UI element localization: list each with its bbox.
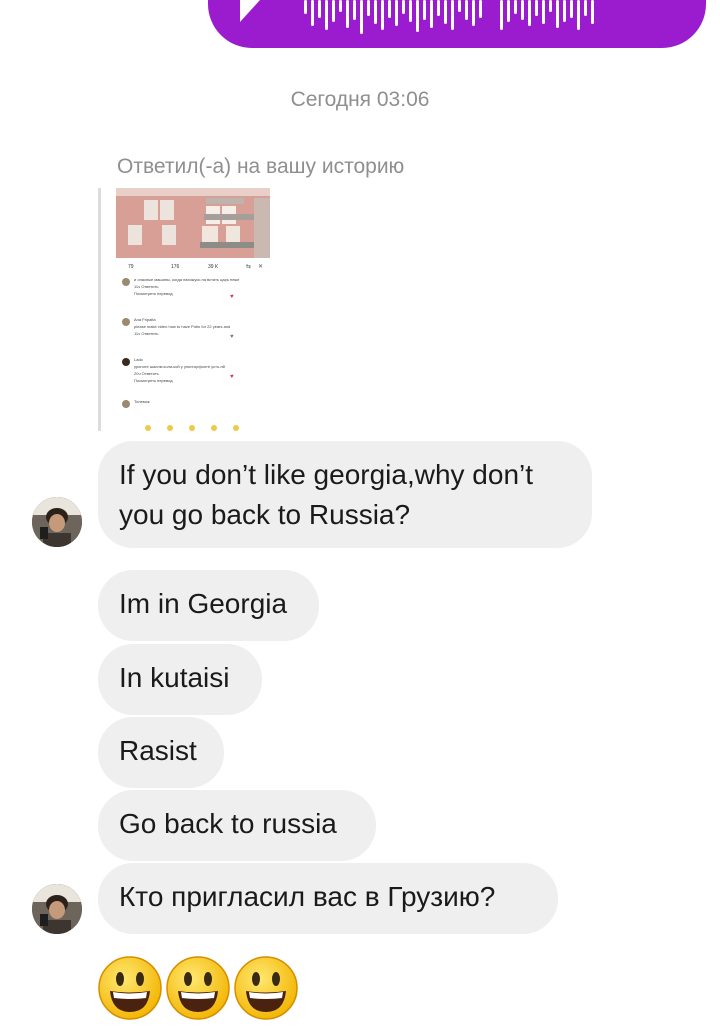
waveform-bar <box>444 0 447 24</box>
user-photo <box>32 497 82 547</box>
waveform-bar <box>514 0 517 14</box>
story-preview[interactable]: 79 176 39 К ⇆ ✕ и опасные машины, когда … <box>116 188 270 434</box>
story-stat-comments: 79 <box>128 264 134 270</box>
waveform-bar <box>465 0 468 20</box>
waveform-bar <box>528 0 531 26</box>
waveform-bar <box>458 0 461 12</box>
waveform-bar <box>423 0 426 20</box>
waveform-bar <box>325 0 328 30</box>
waveform-bar <box>577 0 580 30</box>
waveform-bar <box>542 0 545 24</box>
waveform-bar <box>479 0 482 18</box>
waveform-icon <box>240 0 594 34</box>
waveform-bar <box>318 0 321 18</box>
message-bubble[interactable]: Кто пригласил вас в Грузию? <box>98 863 558 934</box>
waveform-bar <box>311 0 314 26</box>
story-comment-avatar <box>122 358 130 366</box>
thread-timestamp: Сегодня 03:06 <box>290 88 430 111</box>
story-comment-avatar <box>122 318 130 326</box>
story-comment-text: Толемок <box>134 399 150 404</box>
avatar[interactable] <box>32 497 82 547</box>
waveform-bar <box>381 0 384 30</box>
user-photo <box>32 884 82 934</box>
story-comment-avatar <box>122 400 130 408</box>
story-like-icon: ♥ <box>230 294 234 300</box>
waveform-bar <box>549 0 552 12</box>
play-icon <box>240 0 260 22</box>
waveform-bar <box>409 0 412 22</box>
waveform-bar <box>521 0 524 20</box>
waveform-bar <box>563 0 566 22</box>
grinning-face-icon <box>166 956 230 1020</box>
svg-text:✕: ✕ <box>258 264 263 270</box>
story-like-icon: ♥ <box>230 334 234 340</box>
story-screenshot: 79 176 39 К ⇆ ✕ и опасные машины, когда … <box>116 188 270 431</box>
story-comment-text: Ana Fripaita <box>134 317 156 322</box>
waveform-bar <box>472 0 475 26</box>
waveform-bar <box>360 0 363 34</box>
story-comment-text: Lado <box>134 357 144 362</box>
story-like-icon: ♥ <box>230 374 234 380</box>
svg-text:⇆: ⇆ <box>246 263 251 270</box>
story-comment-text: 20ч Ответить <box>134 371 159 376</box>
waveform-bar <box>416 0 419 32</box>
waveform-bar <box>332 0 335 22</box>
waveform-bar <box>346 0 349 28</box>
story-comment-text: и опасные машины, когда нахожусь на вста… <box>134 277 240 282</box>
story-reply-bar <box>98 188 101 431</box>
message-bubble[interactable]: If you don’t like georgia,why don’t you … <box>98 441 592 548</box>
story-comment-avatar <box>122 278 130 286</box>
grinning-face-icon <box>98 956 162 1020</box>
story-comment-text: Посмотреть перевод <box>134 291 173 296</box>
waveform-bar <box>437 0 440 16</box>
waveform-bar <box>395 0 398 26</box>
message-bubble[interactable]: Go back to russia <box>98 790 376 861</box>
story-comment-text: Посмотреть перевод <box>134 378 173 383</box>
message-bubble[interactable]: Rasist <box>98 717 224 788</box>
message-bubble[interactable]: Im in Georgia <box>98 570 319 641</box>
waveform-bar <box>304 0 307 14</box>
waveform-bar <box>339 0 342 12</box>
waveform-bar <box>591 0 594 24</box>
emoji-message[interactable] <box>96 954 300 1022</box>
waveform-bar <box>402 0 405 14</box>
waveform-bar <box>584 0 587 16</box>
story-stat-views: 39 К <box>208 264 218 270</box>
waveform-bar <box>367 0 370 16</box>
waveform-bar <box>353 0 356 20</box>
waveform-bar <box>507 0 510 22</box>
story-reply-label: Ответил(-а) на вашу историю <box>117 155 405 178</box>
story-comment-text: 11ч Ответить <box>134 284 158 289</box>
waveform-bar <box>500 0 503 30</box>
grinning-face-icon <box>234 956 298 1020</box>
waveform-bar <box>570 0 573 18</box>
voice-message-bubble[interactable] <box>208 0 706 48</box>
waveform-bar <box>430 0 433 28</box>
story-comment-text: 11ч Ответить <box>134 331 158 336</box>
story-comment-text: please make video how to have Putin for … <box>134 324 230 329</box>
story-comment-text: уроноте шаопм коли-кой у уполгорфонте ус… <box>134 364 225 369</box>
waveform-bar <box>374 0 377 24</box>
waveform-bar <box>535 0 538 16</box>
waveform-bar <box>451 0 454 30</box>
avatar[interactable] <box>32 884 82 934</box>
story-stat-likes: 176 <box>171 264 180 270</box>
waveform-bar <box>556 0 559 28</box>
message-bubble[interactable]: In kutaisi <box>98 644 262 715</box>
waveform-bar <box>388 0 391 18</box>
